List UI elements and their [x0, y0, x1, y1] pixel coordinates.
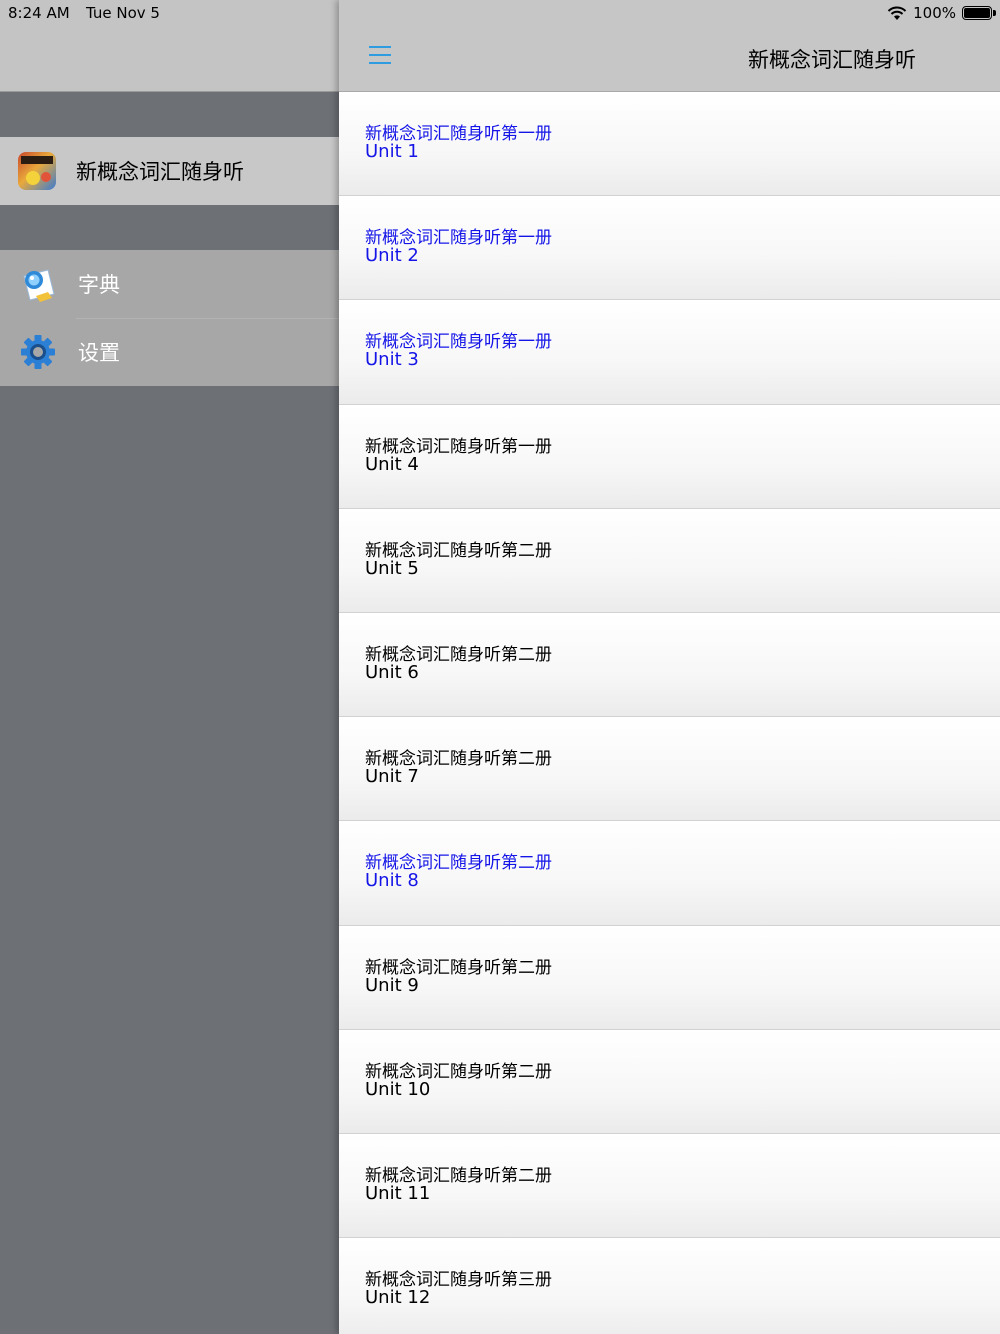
list-item[interactable]: 新概念词汇随身听第二册 Unit 8 — [339, 821, 1000, 926]
sidebar-tools-group: 字典 设置 — [0, 250, 339, 386]
battery-percent: 100% — [913, 4, 956, 22]
dictionary-icon — [23, 269, 55, 302]
gear-icon — [21, 335, 55, 369]
list-item[interactable]: 新概念词汇随身听第二册 Unit 5 — [339, 508, 1000, 613]
list-item[interactable]: 新概念词汇随身听第二册 Unit 11 — [339, 1133, 1000, 1239]
list-item[interactable]: 新概念词汇随身听第二册 Unit 10 — [339, 1029, 1000, 1134]
list-item-unit: Unit 1 — [365, 141, 419, 162]
main-panel: 新概念词汇随身听 新概念词汇随身听第一册 Unit 1 新概念词汇随身听第一册 … — [339, 0, 1000, 1334]
sidebar-item-label: 设置 — [78, 341, 120, 365]
list-item-unit: Unit 5 — [365, 557, 419, 579]
status-right: 100% — [887, 4, 996, 22]
wifi-icon — [887, 6, 907, 20]
page-title: 新概念词汇随身听 — [748, 48, 916, 72]
status-time: 8:24 AM — [8, 4, 70, 22]
sidebar-item-settings[interactable]: 设置 — [0, 318, 339, 386]
list-item[interactable]: 新概念词汇随身听第一册 Unit 1 — [339, 92, 1000, 197]
list-item-unit: Unit 11 — [365, 1182, 431, 1204]
hamburger-menu-icon[interactable] — [369, 46, 393, 66]
status-bar: 8:24 AM Tue Nov 5 100% — [0, 0, 1000, 28]
list-item-unit: Unit 4 — [365, 453, 419, 475]
battery-icon — [962, 6, 996, 20]
list-item[interactable]: 新概念词汇随身听第三册 Unit 12 — [339, 1238, 1000, 1334]
sidebar-item-label: 新概念词汇随身听 — [76, 160, 244, 184]
list-item[interactable]: 新概念词汇随身听第一册 Unit 3 — [339, 300, 1000, 405]
list-item[interactable]: 新概念词汇随身听第二册 Unit 9 — [339, 925, 1000, 1030]
list-item[interactable]: 新概念词汇随身听第二册 Unit 6 — [339, 612, 1000, 718]
list-item[interactable]: 新概念词汇随身听第一册 Unit 4 — [339, 404, 1000, 509]
sidebar-item-dictionary[interactable]: 字典 — [0, 250, 339, 318]
sidebar-app-group: 新概念词汇随身听 — [0, 137, 339, 205]
app-icon — [18, 152, 56, 190]
list-item-unit: Unit 2 — [365, 245, 419, 267]
list-item[interactable]: 新概念词汇随身听第二册 Unit 7 — [339, 717, 1000, 822]
sidebar-item-label: 字典 — [78, 273, 120, 297]
list-item-unit: Unit 8 — [365, 870, 419, 892]
sidebar: 新概念词汇随身听 字典 设置 — [0, 0, 339, 1334]
list-item-unit: Unit 6 — [365, 661, 419, 683]
list-item-unit: Unit 3 — [365, 349, 419, 371]
list-item-unit: Unit 10 — [365, 1078, 431, 1100]
list-item-unit: Unit 12 — [365, 1287, 431, 1309]
sidebar-item-app[interactable]: 新概念词汇随身听 — [0, 137, 339, 205]
list-item-unit: Unit 9 — [365, 974, 419, 996]
list-item-unit: Unit 7 — [365, 766, 419, 788]
status-date: Tue Nov 5 — [86, 4, 160, 22]
list-item[interactable]: 新概念词汇随身听第一册 Unit 2 — [339, 196, 1000, 301]
unit-list: 新概念词汇随身听第一册 Unit 1 新概念词汇随身听第一册 Unit 2 新概… — [339, 92, 1000, 1334]
